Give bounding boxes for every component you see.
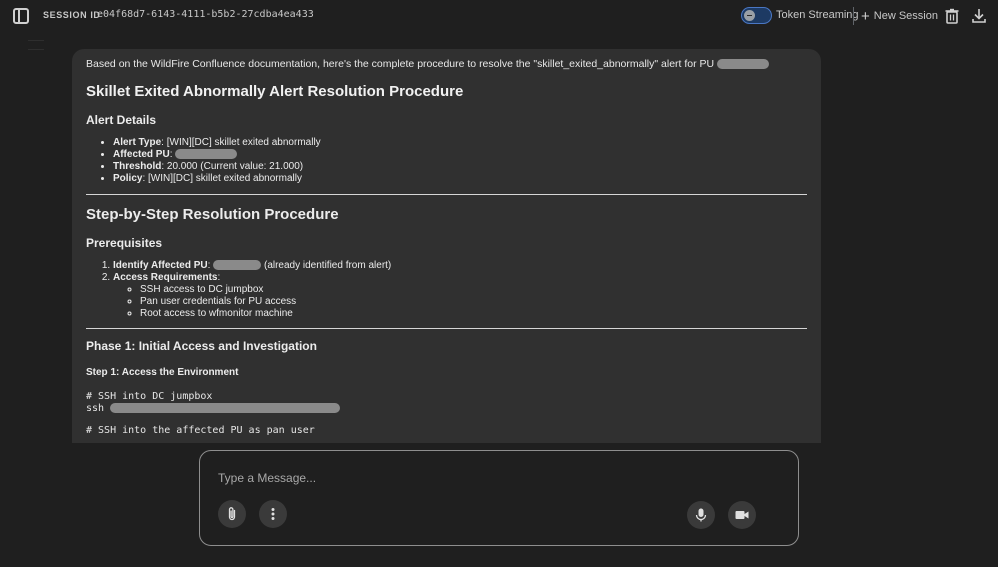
session-id-label: SESSION ID bbox=[43, 10, 101, 20]
list-item: Policy: [WIN][DC] skillet exited abnorma… bbox=[113, 173, 807, 185]
more-options-button[interactable] bbox=[259, 500, 287, 528]
sidebar-toggle-icon[interactable] bbox=[13, 8, 29, 24]
list-item: Alert Type: [WIN][DC] skillet exited abn… bbox=[113, 137, 807, 149]
token-streaming-toggle[interactable] bbox=[741, 7, 772, 24]
list-item: SSH access to DC jumpbox bbox=[140, 284, 807, 296]
step-1-heading: Step 1: Access the Environment bbox=[86, 367, 239, 378]
message-composer bbox=[199, 450, 799, 546]
token-streaming-label: Token Streaming bbox=[776, 9, 859, 21]
video-button[interactable] bbox=[728, 501, 756, 529]
code-line: # SSH into the affected PU as pan user bbox=[86, 425, 315, 436]
more-vert-icon bbox=[271, 508, 275, 520]
trash-icon bbox=[945, 8, 959, 24]
redacted-pu bbox=[175, 149, 238, 160]
download-icon bbox=[972, 9, 986, 23]
mic-icon bbox=[695, 508, 707, 522]
phase-1-heading: Phase 1: Initial Access and Investigatio… bbox=[86, 339, 317, 353]
doc-title: Skillet Exited Abnormally Alert Resoluti… bbox=[86, 83, 464, 100]
list-item: Identify Affected PU: (already identifie… bbox=[113, 260, 807, 272]
divider bbox=[86, 328, 807, 329]
paperclip-icon bbox=[228, 507, 236, 521]
attach-button[interactable] bbox=[218, 500, 246, 528]
step-by-step-heading: Step-by-Step Resolution Procedure bbox=[86, 206, 339, 223]
session-id-value: e04f68d7-6143-4111-b5b2-27cdba4ea433 bbox=[97, 9, 314, 20]
list-item: Affected PU: bbox=[113, 149, 807, 161]
code-block: # SSH into DC jumpbox ssh # SSH into the … bbox=[86, 391, 807, 437]
delete-session-button[interactable] bbox=[943, 7, 961, 25]
list-item: Root access to wfmonitor machine bbox=[140, 308, 807, 320]
redacted-pu bbox=[717, 59, 770, 70]
video-icon bbox=[735, 511, 749, 519]
list-item: Pan user credentials for PU access bbox=[140, 296, 807, 308]
code-line: # SSH into DC jumpbox bbox=[86, 391, 213, 402]
prerequisites-list: Identify Affected PU: (already identifie… bbox=[113, 260, 807, 320]
header-divider bbox=[853, 7, 854, 25]
alert-details-heading: Alert Details bbox=[86, 113, 157, 127]
message-intro: Based on the WildFire Confluence documen… bbox=[86, 58, 807, 72]
new-session-button[interactable]: + New Session bbox=[861, 7, 938, 25]
plus-icon: + bbox=[861, 7, 870, 25]
microphone-button[interactable] bbox=[687, 501, 715, 529]
top-bar: SESSION ID e04f68d7-6143-4111-b5b2-27cdb… bbox=[0, 0, 998, 32]
list-item: Threshold: 20.000 (Current value: 21.000… bbox=[113, 161, 807, 173]
message-input[interactable] bbox=[218, 469, 778, 487]
faint-menu-icon bbox=[28, 40, 44, 50]
intro-text: Based on the WildFire Confluence documen… bbox=[86, 58, 715, 70]
access-requirements-list: SSH access to DC jumpbox Pan user creden… bbox=[140, 284, 807, 320]
prerequisites-heading: Prerequisites bbox=[86, 236, 163, 250]
assistant-message: Based on the WildFire Confluence documen… bbox=[72, 49, 821, 443]
divider bbox=[86, 194, 807, 195]
list-item: Access Requirements: SSH access to DC ju… bbox=[113, 272, 807, 320]
code-line: ssh bbox=[86, 402, 807, 415]
new-session-label: New Session bbox=[873, 10, 938, 22]
toggle-knob bbox=[744, 10, 755, 21]
redacted-host bbox=[110, 402, 341, 413]
redacted-pu bbox=[213, 260, 262, 271]
download-button[interactable] bbox=[970, 7, 988, 25]
alert-details-list: Alert Type: [WIN][DC] skillet exited abn… bbox=[113, 137, 807, 185]
